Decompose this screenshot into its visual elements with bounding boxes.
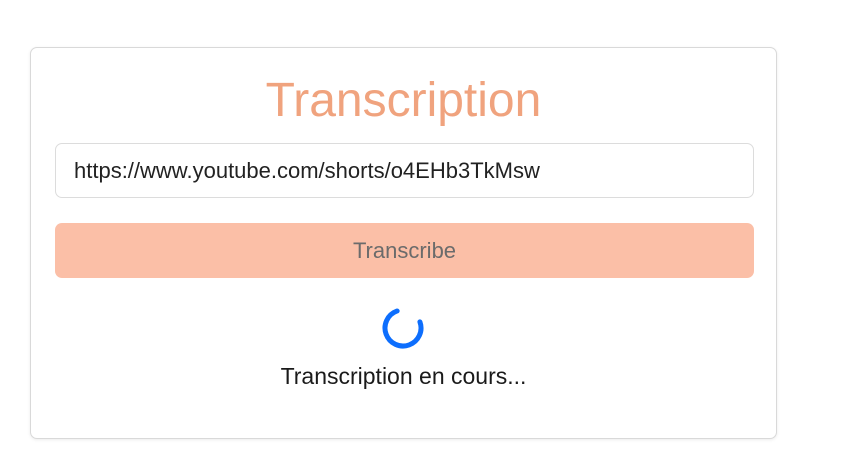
transcription-card: Transcription Transcribe Transcription e… [30,47,777,439]
status-text: Transcription en cours... [280,363,527,389]
transcribe-button[interactable]: Transcribe [55,223,754,278]
loading-spinner-icon [382,307,424,349]
page-title: Transcription [265,74,542,127]
url-input[interactable] [55,143,754,198]
